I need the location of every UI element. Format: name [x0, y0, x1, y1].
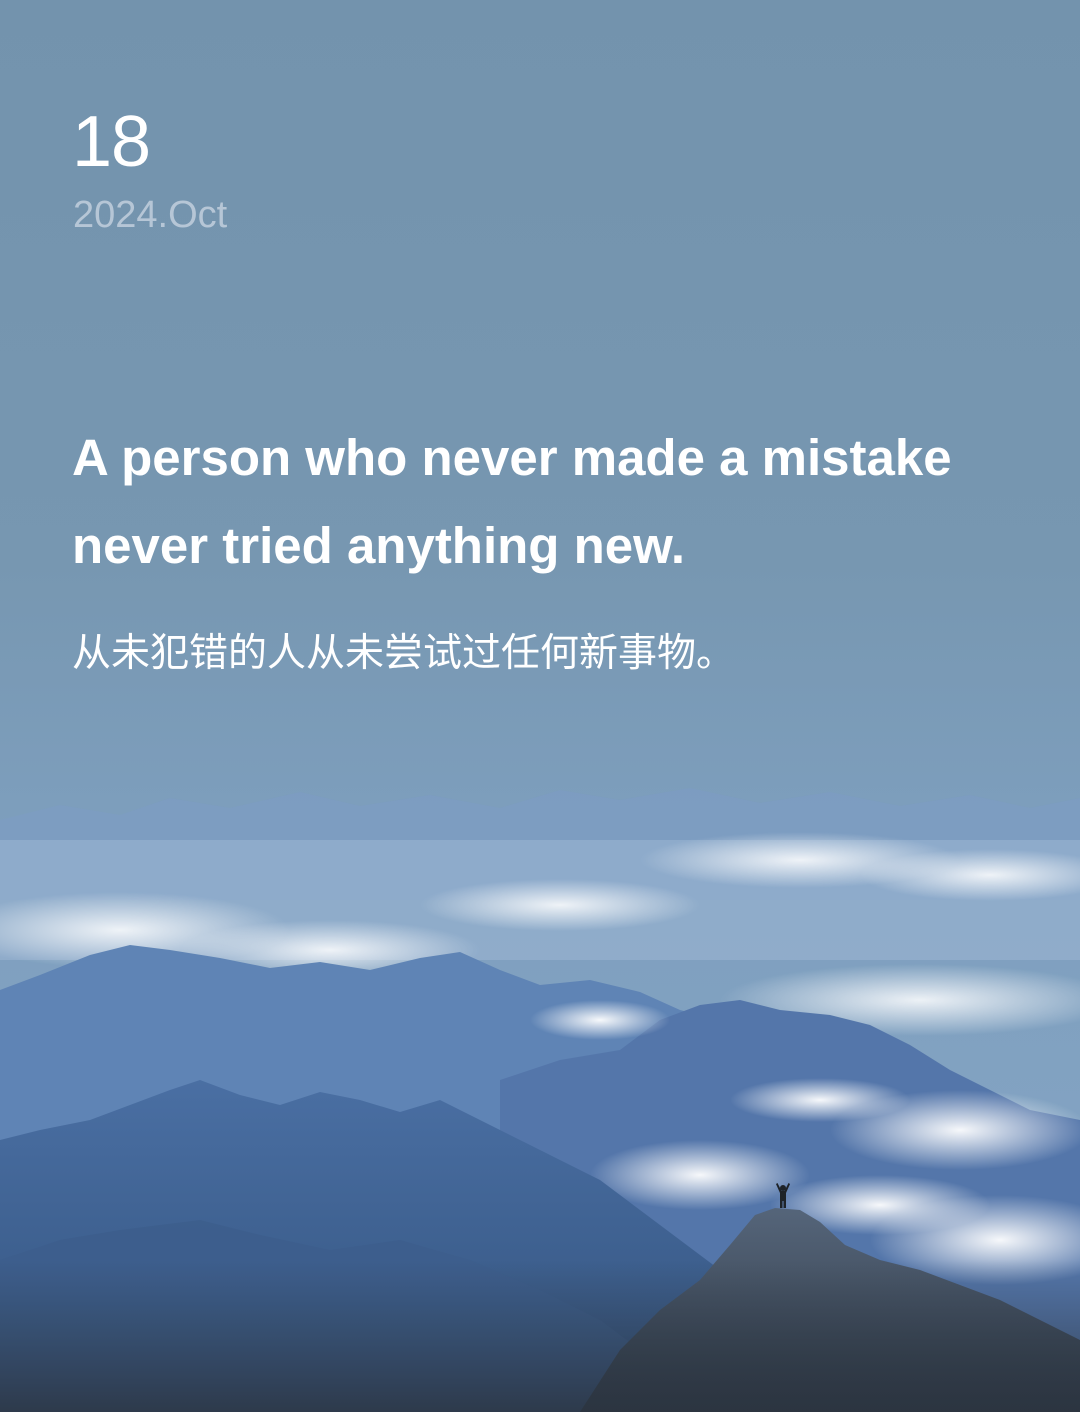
bottom-shade [0, 1260, 1080, 1412]
quote-chinese: 从未犯错的人从未尝试过任何新事物。 [72, 631, 736, 676]
daily-quote-card: 18 2024.Oct A person who never made a mi… [0, 0, 1080, 1412]
quote-english: A person who never made a mistake never … [72, 429, 952, 574]
date-day: 18 [72, 102, 151, 182]
date-month-year: 2024.Oct [73, 194, 228, 236]
